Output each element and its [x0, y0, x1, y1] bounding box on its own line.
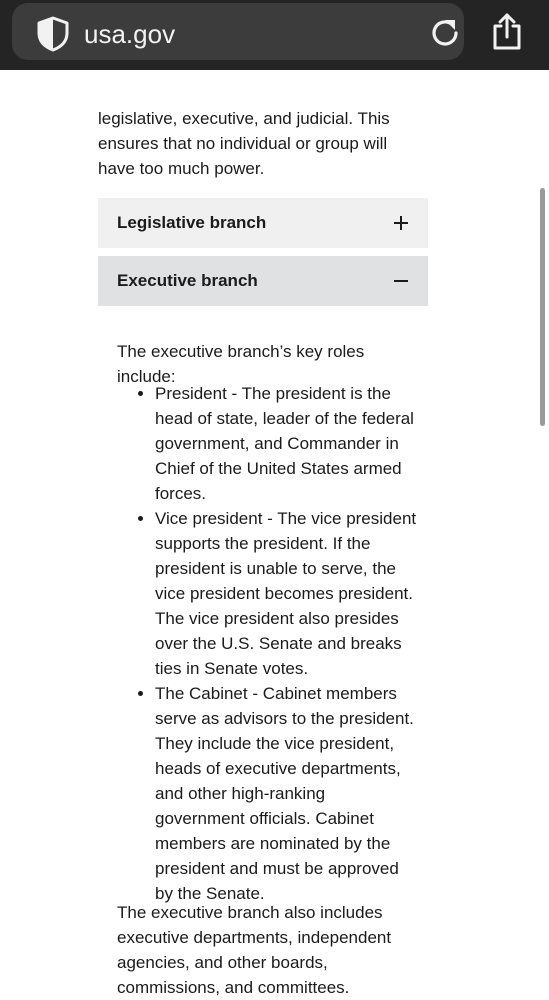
share-icon[interactable] [490, 11, 524, 51]
accordion-label: Legislative branch [117, 213, 267, 232]
plus-icon [393, 215, 409, 231]
url-text[interactable]: usa.gov [84, 17, 175, 51]
list-item: The Cabinet - Cabinet members serve as a… [155, 681, 417, 906]
reload-icon[interactable] [427, 15, 463, 51]
list-item: Vice president - The vice president supp… [155, 506, 417, 681]
address-bar[interactable]: usa.gov [12, 3, 464, 60]
executive-roles-list: President - The president is the head of… [117, 381, 417, 906]
browser-toolbar: usa.gov [0, 0, 549, 70]
intro-paragraph: legislative, executive, and judicial. Th… [98, 109, 390, 178]
accordion-executive-branch[interactable]: Executive branch [98, 256, 428, 306]
accordion-legislative-branch[interactable]: Legislative branch [98, 198, 428, 248]
minus-icon [393, 273, 409, 289]
list-item: President - The president is the head of… [155, 381, 417, 506]
executive-panel-tail: The executive branch also includes execu… [117, 903, 392, 997]
page-scrollbar[interactable] [540, 188, 545, 426]
accordion-label: Executive branch [117, 271, 258, 290]
shield-icon[interactable] [36, 16, 70, 52]
